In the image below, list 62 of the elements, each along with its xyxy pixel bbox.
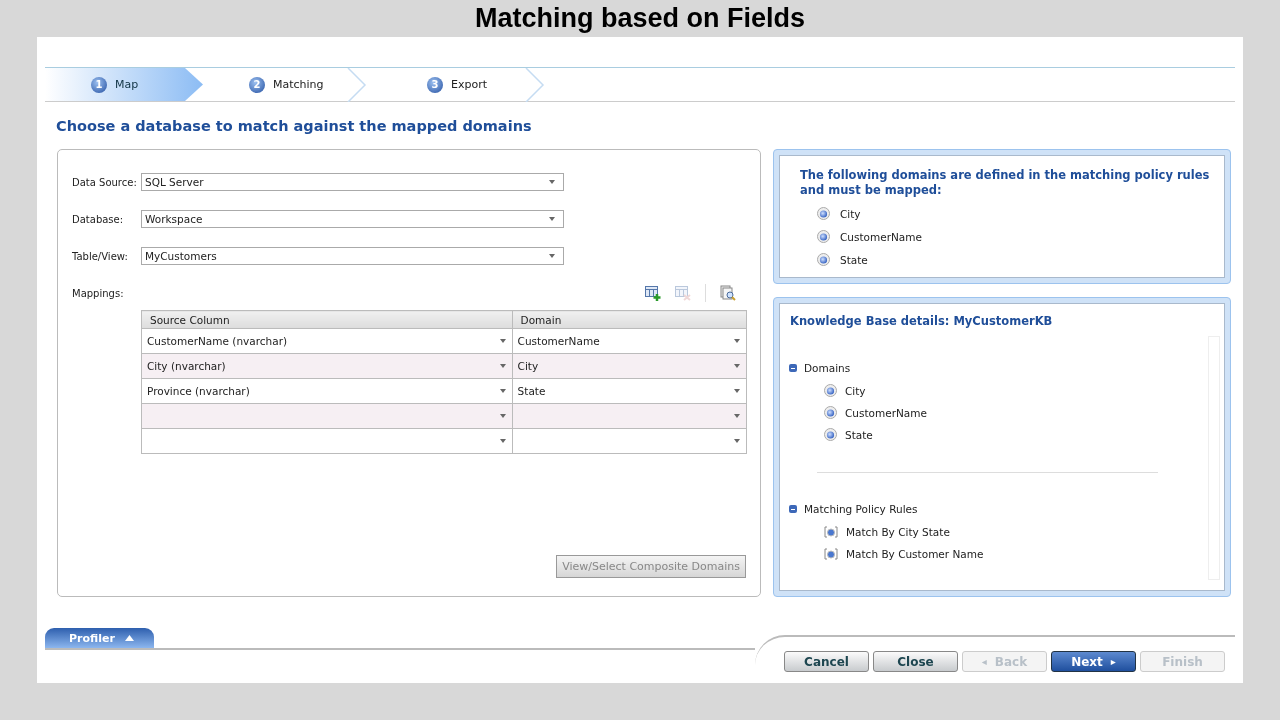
field-label: Mappings: — [72, 287, 125, 299]
domain-icon — [824, 406, 837, 419]
domain-label: State — [840, 253, 868, 266]
tree-group-label: Domains — [804, 362, 851, 374]
dropdown-caret-icon — [734, 364, 740, 368]
dropdown-caret-icon — [734, 439, 740, 443]
collapse-toggle-icon[interactable] — [789, 505, 797, 513]
dropdown-caret-icon — [549, 217, 555, 221]
tree-group-label: Matching Policy Rules — [804, 503, 918, 515]
dropdown-field[interactable]: SQL Server — [141, 173, 564, 191]
tree-item-label: City — [845, 384, 866, 397]
dropdown-caret-icon — [499, 339, 506, 343]
page-heading: Choose a database to match against the mapped domains — [56, 117, 533, 135]
dropdown-caret-icon — [499, 439, 506, 443]
tree-item-label: Match By City State — [846, 525, 950, 538]
collapse-toggle-icon[interactable] — [789, 364, 797, 372]
wizard-button[interactable]: Next ▸ — [1051, 651, 1136, 672]
table-cell-dropdown[interactable]: State — [512, 379, 746, 403]
dropdown-caret-icon — [734, 339, 740, 343]
rule-icon — [824, 547, 838, 560]
preview-icon[interactable] — [720, 285, 736, 301]
column-header: Source Column — [141, 310, 513, 329]
tree-item-label: State — [845, 428, 873, 441]
table-cell-dropdown[interactable]: City (nvarchar) — [142, 354, 512, 378]
add-row-icon[interactable] — [645, 285, 661, 301]
tree-item-label: CustomerName — [845, 406, 927, 419]
rule-icon — [824, 525, 838, 538]
domain-icon — [817, 253, 830, 266]
collapse-arrow-icon — [124, 635, 134, 641]
domain-icon — [817, 207, 830, 220]
table-cell-dropdown[interactable]: CustomerName — [512, 329, 746, 353]
table-cell-dropdown[interactable]: Province (nvarchar) — [142, 379, 512, 403]
domain-label: City — [840, 207, 861, 220]
wizard-step-tab[interactable]: 3 Export — [381, 68, 539, 101]
step-chevron-icon — [525, 68, 545, 102]
column-header: Domain — [512, 310, 747, 329]
panel-heading: Knowledge Base details: MyCustomerKB — [789, 313, 1054, 330]
field-label: Table/View: — [72, 250, 129, 262]
field-label: Database: — [72, 213, 125, 225]
step-chevron-icon — [347, 68, 367, 102]
field-label: Data Source: — [72, 176, 138, 188]
dropdown-caret-icon — [549, 180, 555, 184]
dropdown-field[interactable]: MyCustomers — [141, 247, 564, 265]
panel-heading: The following domains are defined in the matching policy rules and must be mapped: — [799, 167, 1211, 198]
domain-icon — [817, 230, 830, 243]
dropdown-caret-icon — [734, 389, 740, 393]
tree-item-label: Match By Customer Name — [846, 547, 984, 560]
wizard-button[interactable]: Cancel — [784, 651, 869, 672]
wizard-step-tab[interactable]: 2 Matching — [203, 68, 361, 101]
table-cell-dropdown[interactable]: City — [512, 354, 746, 378]
table-cell-dropdown[interactable]: CustomerName (nvarchar) — [142, 329, 512, 353]
slide-title: Matching based on Fields — [474, 3, 805, 34]
dropdown-caret-icon — [499, 414, 506, 418]
dropdown-caret-icon — [734, 414, 740, 418]
dropdown-field[interactable]: Workspace — [141, 210, 564, 228]
dropdown-caret-icon — [499, 364, 506, 368]
domain-icon — [824, 384, 837, 397]
wizard-button[interactable]: Close — [873, 651, 958, 672]
domain-icon — [824, 428, 837, 441]
dropdown-caret-icon — [499, 389, 506, 393]
dropdown-caret-icon — [549, 254, 555, 258]
domain-label: CustomerName — [840, 230, 922, 243]
